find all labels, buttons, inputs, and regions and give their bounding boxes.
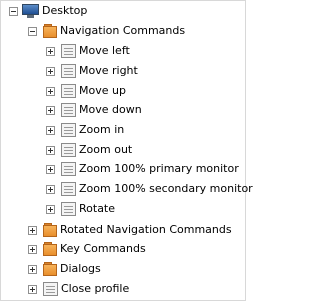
command-icon [61, 64, 76, 78]
tree-node-move-right[interactable]: Move right [46, 62, 138, 80]
expand-icon[interactable] [46, 105, 55, 115]
tree-node-desktop[interactable]: Desktop [9, 2, 87, 20]
expand-icon[interactable] [46, 145, 55, 155]
folder-icon [43, 24, 57, 38]
tree-node-label: Desktop [42, 4, 88, 17]
tree-node-label: Move right [79, 64, 138, 77]
tree-node-rotated-navigation-commands[interactable]: Rotated Navigation Commands [28, 221, 232, 239]
tree-node-label: Rotate [79, 202, 116, 215]
expand-icon[interactable] [46, 125, 55, 135]
tree-node-label: Move up [79, 84, 126, 97]
expand-icon[interactable] [28, 264, 37, 274]
expand-icon[interactable] [46, 86, 55, 96]
expand-icon[interactable] [46, 204, 55, 214]
tree-node-navigation-commands[interactable]: Navigation Commands [28, 22, 185, 40]
folder-icon [43, 223, 57, 237]
tree-node-label: Zoom in [79, 123, 125, 136]
profile-tree: Desktop Navigation Commands Move left Mo… [0, 0, 253, 301]
command-icon [61, 202, 76, 216]
tree-node-move-up[interactable]: Move up [46, 82, 126, 100]
tree-node-move-left[interactable]: Move left [46, 42, 130, 60]
tree-node-zoom-100-secondary[interactable]: Zoom 100% secondary monitor [46, 180, 253, 198]
collapse-icon[interactable] [9, 6, 18, 16]
expand-icon[interactable] [46, 184, 55, 194]
expand-icon[interactable] [28, 225, 37, 235]
tree-node-label: Zoom 100% secondary monitor [79, 182, 253, 195]
expand-icon[interactable] [46, 66, 55, 76]
tree-node-label: Navigation Commands [60, 24, 186, 37]
expand-icon[interactable] [28, 244, 37, 254]
tree-node-label: Move down [79, 103, 142, 116]
tree-node-rotate[interactable]: Rotate [46, 200, 115, 218]
command-icon [61, 44, 76, 58]
expand-icon[interactable] [28, 284, 37, 294]
tree-node-zoom-100-primary[interactable]: Zoom 100% primary monitor [46, 160, 239, 178]
folder-icon [43, 242, 57, 256]
command-icon [61, 162, 76, 176]
folder-icon [43, 262, 57, 276]
command-icon [61, 143, 76, 157]
command-icon [61, 103, 76, 117]
tree-node-move-down[interactable]: Move down [46, 101, 142, 119]
tree-node-dialogs[interactable]: Dialogs [28, 260, 101, 278]
tree-node-zoom-out[interactable]: Zoom out [46, 141, 132, 159]
tree-node-label: Key Commands [60, 242, 146, 255]
tree-node-label: Rotated Navigation Commands [60, 223, 232, 236]
tree-node-label: Close profile [61, 282, 130, 295]
monitor-icon [22, 4, 39, 18]
tree-node-close-profile[interactable]: Close profile [28, 280, 129, 298]
expand-icon[interactable] [46, 164, 55, 174]
tree-node-label: Zoom out [79, 143, 133, 156]
expand-icon[interactable] [46, 46, 55, 56]
tree-node-label: Move left [79, 44, 130, 57]
command-icon [61, 182, 76, 196]
collapse-icon[interactable] [28, 26, 37, 36]
command-icon [43, 282, 58, 296]
tree-node-key-commands[interactable]: Key Commands [28, 240, 146, 258]
command-icon [61, 123, 76, 137]
tree-node-zoom-in[interactable]: Zoom in [46, 121, 124, 139]
command-icon [61, 84, 76, 98]
tree-node-label: Dialogs [60, 262, 101, 275]
tree-node-label: Zoom 100% primary monitor [79, 162, 239, 175]
